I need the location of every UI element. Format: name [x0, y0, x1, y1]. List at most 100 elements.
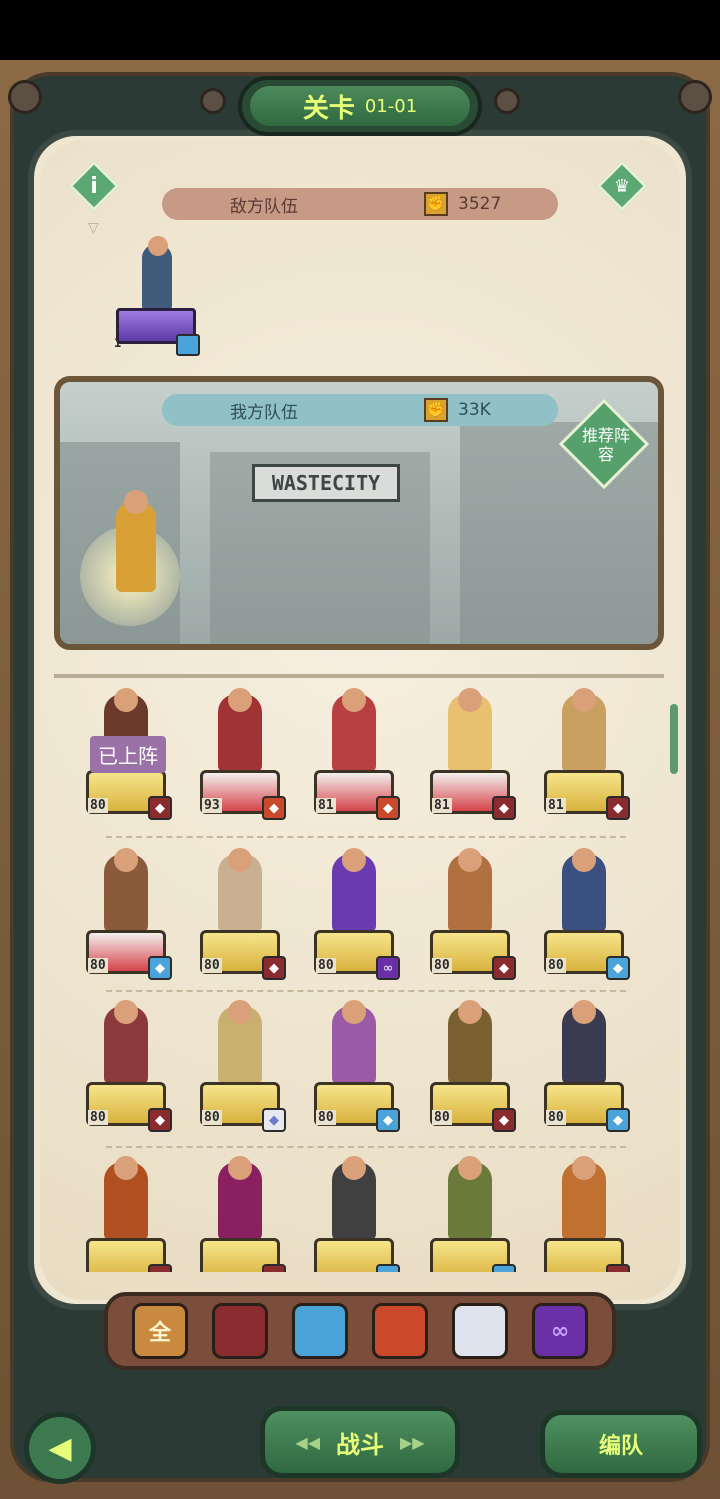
hero-head — [572, 848, 596, 872]
hero-card[interactable]: ◆ — [536, 1154, 632, 1272]
double-right-arrow-icon: ▶▶ — [400, 1432, 425, 1452]
chevron-down-icon: ▽ — [88, 220, 99, 236]
hero-head — [228, 1156, 252, 1180]
filter-red-button[interactable] — [212, 1303, 268, 1359]
back-arrow-icon: ◀ — [48, 1430, 72, 1466]
red-faction-icon: ◆ — [262, 1264, 286, 1272]
blue-faction-icon: ◆ — [148, 956, 172, 980]
hero-level: 80 — [432, 958, 452, 973]
enemy-unit[interactable]: 1 — [112, 236, 202, 356]
hero-head — [228, 1000, 252, 1024]
blue-faction-icon: ◆ — [606, 1108, 630, 1132]
white-faction-icon: ◆ — [262, 1108, 286, 1132]
hero-card[interactable]: ◆ — [78, 1154, 174, 1272]
hero-roster[interactable]: 80 ◆ 已上阵 93 ◆ 81 ◆ 81 ◆ 81 ◆ 80 ◆ 80 ◆ 80 ∞ 80 ◆ 80 ◆ 80 ◆ 80 ◆ 8… — [70, 686, 660, 1272]
hero-card[interactable]: 93 ◆ — [192, 686, 288, 828]
orange-faction-icon: ◆ — [262, 796, 286, 820]
red-faction-icon: ◆ — [148, 1264, 172, 1272]
hero-level: 80 — [316, 1110, 336, 1125]
filter-blue-button[interactable] — [292, 1303, 348, 1359]
blue-faction-icon: ◆ — [492, 1264, 516, 1272]
enemy-unit-head — [148, 236, 168, 256]
enemy-power: 3527 — [458, 194, 502, 214]
hero-card[interactable]: 80 ◆ 已上阵 — [78, 686, 174, 828]
hero-card[interactable]: 81 ◆ — [536, 686, 632, 828]
hero-card[interactable]: 80 ◆ — [306, 998, 402, 1140]
hero-level: 80 — [88, 958, 108, 973]
hero-card[interactable]: 80 ◆ — [192, 846, 288, 988]
tide-faction-icon — [176, 334, 200, 356]
filter-orange-button[interactable] — [372, 1303, 428, 1359]
hero-card[interactable]: 80 ◆ — [78, 846, 174, 988]
hero-head — [342, 1156, 366, 1180]
hero-card[interactable]: 80 ◆ — [536, 846, 632, 988]
filter-purple-icon: ∞ — [550, 1318, 570, 1344]
hero-level: 81 — [432, 798, 452, 813]
ally-team-banner: 我方队伍 ✊ 33K — [162, 394, 558, 426]
team-formation-button[interactable]: 编队 — [540, 1410, 702, 1478]
hero-card[interactable]: 80 ◆ — [192, 998, 288, 1140]
hero-head — [228, 848, 252, 872]
hero-card[interactable]: 80 ◆ — [536, 998, 632, 1140]
team-formation-label: 编队 — [598, 1434, 643, 1459]
recommend-lineup-label: 推荐阵容 — [581, 426, 630, 464]
hero-head — [114, 1000, 138, 1024]
enemy-team-label: 敌方队伍 — [230, 196, 298, 217]
red-faction-icon: ◆ — [492, 956, 516, 980]
hero-head — [572, 688, 596, 712]
hero-card[interactable]: ◆ — [192, 1154, 288, 1272]
wastecity-sign: WASTECITY — [252, 464, 400, 502]
ally-hero-head — [124, 490, 148, 514]
info-icon: i — [90, 173, 98, 199]
hero-level: 80 — [546, 958, 566, 973]
filter-white-button[interactable] — [452, 1303, 508, 1359]
hero-level: 80 — [88, 798, 108, 813]
hero-level: 81 — [316, 798, 336, 813]
fight-button[interactable]: ◀◀ 战斗 ▶▶ — [260, 1406, 460, 1478]
fist-icon: ✊ — [424, 192, 448, 216]
row-separator — [106, 1146, 626, 1148]
fight-label: 战斗 — [336, 1430, 384, 1459]
hero-level: 80 — [202, 1110, 222, 1125]
red-faction-icon: ◆ — [148, 1108, 172, 1132]
divider — [54, 674, 664, 678]
blue-faction-icon: ◆ — [376, 1108, 400, 1132]
info-button[interactable]: i — [68, 160, 120, 212]
hero-card[interactable]: ◆ — [306, 1154, 402, 1272]
hero-card[interactable]: 80 ◆ — [422, 998, 518, 1140]
stage-title: 关卡 — [302, 93, 355, 124]
frame-bolt-right — [678, 80, 712, 114]
hero-head — [458, 1156, 482, 1180]
blue-faction-icon: ◆ — [606, 956, 630, 980]
ally-power: 33K — [458, 400, 491, 420]
hero-card[interactable]: ◆ — [422, 1154, 518, 1272]
red-faction-icon: ◆ — [148, 796, 172, 820]
ally-slot-hero[interactable] — [80, 486, 190, 626]
hero-level: 93 — [202, 798, 222, 813]
orange-faction-icon: ◆ — [376, 796, 400, 820]
roster-scrollbar[interactable] — [670, 704, 678, 774]
filter-purple-button[interactable]: ∞ — [532, 1303, 588, 1359]
hero-card[interactable]: 81 ◆ — [306, 686, 402, 828]
hero-card[interactable]: 80 ◆ — [78, 998, 174, 1140]
deployed-tag: 已上阵 — [90, 736, 166, 773]
purple-faction-icon: ∞ — [376, 956, 400, 980]
hero-level: 80 — [202, 958, 222, 973]
back-button[interactable]: ◀ — [24, 1412, 96, 1484]
stage-level: 01-01 — [364, 95, 418, 117]
hero-card[interactable]: 80 ◆ — [422, 846, 518, 988]
hero-head — [228, 688, 252, 712]
filter-all-icon: 全 — [148, 1321, 171, 1346]
filter-all-button[interactable]: 全 — [132, 1303, 188, 1359]
red-faction-icon: ◆ — [606, 796, 630, 820]
hero-card[interactable]: 80 ∞ — [306, 846, 402, 988]
hero-head — [458, 1000, 482, 1024]
hero-head — [114, 688, 138, 712]
hero-card[interactable]: 81 ◆ — [422, 686, 518, 828]
hero-level: 80 — [316, 958, 336, 973]
rewards-button[interactable]: ♛ — [596, 160, 648, 212]
hero-level: 80 — [546, 1110, 566, 1125]
double-left-arrow-icon: ◀◀ — [295, 1432, 320, 1452]
red-faction-icon: ◆ — [492, 796, 516, 820]
hero-level: 81 — [546, 798, 566, 813]
